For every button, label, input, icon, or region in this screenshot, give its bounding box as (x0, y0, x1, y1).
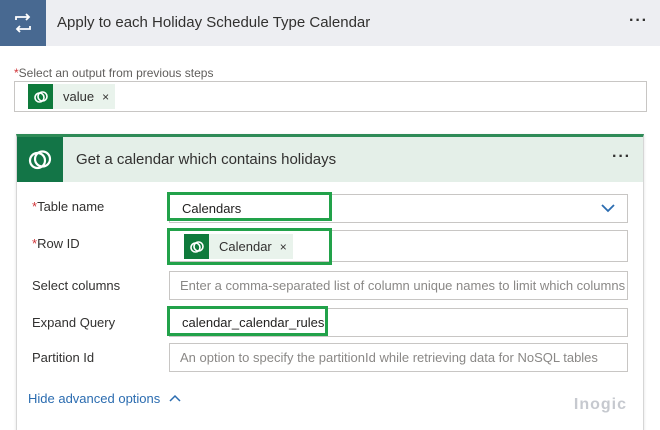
chevron-up-icon (168, 391, 182, 406)
expand-query-input[interactable]: calendar_calendar_rules (169, 308, 628, 337)
apply-to-each-header[interactable]: Apply to each Holiday Schedule Type Cale… (0, 0, 660, 46)
partition-id-placeholder: An option to specify the partitionId whi… (180, 350, 598, 365)
loop-title: Apply to each Holiday Schedule Type Cale… (57, 14, 371, 31)
get-calendar-action-card: Get a calendar which contains holidays ·… (16, 134, 644, 430)
select-output-input[interactable]: value × (14, 81, 647, 112)
table-name-label: *Table name (32, 199, 104, 214)
dataverse-icon (184, 234, 209, 259)
row-id-input[interactable]: Calendar × (169, 230, 628, 262)
select-columns-input[interactable]: Enter a comma-separated list of column u… (169, 271, 628, 300)
remove-value-token-button[interactable]: × (102, 90, 115, 104)
dataverse-icon (28, 84, 53, 109)
remove-calendar-token-button[interactable]: × (280, 240, 293, 254)
action-header[interactable]: Get a calendar which contains holidays ·… (17, 137, 643, 182)
hide-advanced-options-link[interactable]: Hide advanced options (28, 391, 182, 406)
select-columns-label: Select columns (32, 278, 121, 293)
loop-icon (0, 0, 46, 46)
table-name-select[interactable]: Calendars (169, 194, 628, 223)
calendar-token-label: Calendar (219, 239, 272, 254)
dataverse-icon (17, 137, 63, 182)
row-id-label-text: Row ID (37, 236, 80, 251)
table-name-value: Calendars (182, 201, 242, 216)
select-output-label: *Select an output from previous steps (14, 66, 213, 80)
action-title: Get a calendar which contains holidays (76, 151, 337, 168)
action-more-options-button[interactable]: ··· (612, 148, 631, 166)
hide-advanced-options-label: Hide advanced options (28, 391, 161, 406)
partition-id-label: Partition Id (32, 350, 95, 365)
expand-query-value: calendar_calendar_rules (182, 315, 325, 330)
value-token[interactable]: value × (28, 84, 116, 109)
value-token-label: value (63, 89, 95, 104)
table-name-label-text: Table name (37, 199, 105, 214)
loop-more-options-button[interactable]: ··· (629, 12, 648, 30)
chevron-down-icon[interactable] (599, 199, 617, 220)
expand-query-label: Expand Query (32, 315, 116, 330)
calendar-token[interactable]: Calendar × (184, 234, 293, 259)
partition-id-input[interactable]: An option to specify the partitionId whi… (169, 343, 628, 372)
row-id-label: *Row ID (32, 236, 80, 251)
select-output-label-text: Select an output from previous steps (18, 66, 214, 80)
select-columns-placeholder: Enter a comma-separated list of column u… (180, 278, 628, 293)
inogic-watermark: Inogic (573, 396, 627, 413)
